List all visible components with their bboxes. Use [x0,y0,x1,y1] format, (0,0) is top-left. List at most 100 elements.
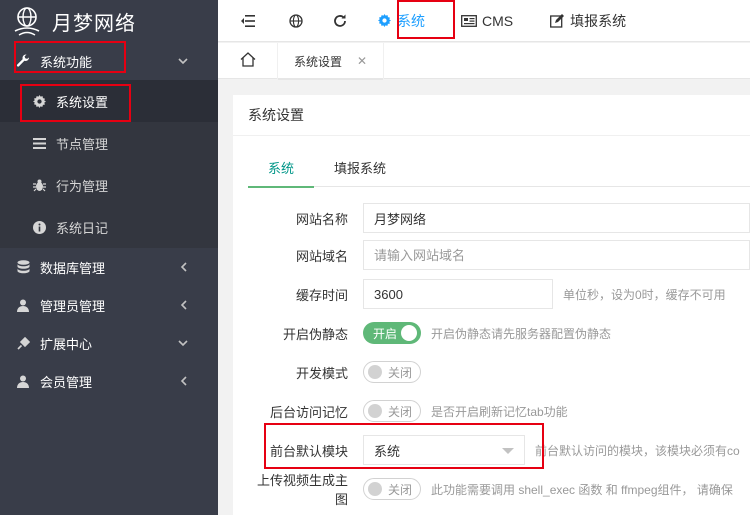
chevron-left-icon [176,374,190,388]
wrench-icon [16,54,30,68]
row-site-name: 网站名称 [248,199,750,237]
sidebar-group-label: 系统功能 [40,54,93,70]
dev-mode-switch[interactable]: 关闭 [363,361,421,383]
topnav-system[interactable]: 系统 [376,11,425,31]
sidebar-group-database[interactable]: 数据库管理 [0,248,218,286]
switch-state-text: 开启 [373,326,398,341]
page-tabs-bar: 系统设置 ✕ [218,43,750,80]
site-domain-label: 网站域名 [295,248,348,264]
logo-globe-icon [10,4,44,38]
video-cover-label: 上传视频生成主图 [256,473,348,507]
site-name-label: 网站名称 [295,211,348,227]
sidebar-group-members[interactable]: 会员管理 [0,362,218,400]
sidebar-group-extensions[interactable]: 扩展中心 [0,324,218,362]
admin-record-label: 后台访问记忆 [269,404,348,420]
row-default-module: 前台默认模块 系统 前台默认访问的模块，该模块必须有co [248,431,750,469]
topnav-cms[interactable]: CMS [461,13,513,29]
sidebar-group-label: 数据库管理 [40,260,106,276]
switch-knob [368,404,382,418]
bug-icon [32,178,46,192]
row-cache-time: 缓存时间 单位秒，设为0时，缓存不可用 [248,275,750,313]
close-icon[interactable]: ✕ [357,54,367,68]
sidebar-item-behavior-management[interactable]: 行为管理 [0,164,218,206]
sidebar-group-admin[interactable]: 管理员管理 [0,286,218,324]
pseudo-static-switch[interactable]: 开启 [363,322,421,344]
sidebar-group-label: 会员管理 [40,374,93,390]
topnav-label: 填报系统 [570,12,627,29]
site-domain-input[interactable] [363,240,750,270]
top-header: 系统 CMS 填报系统 [218,0,750,42]
sidebar-item-label: 系统日记 [56,220,109,236]
topnav-report-system[interactable]: 填报系统 [549,11,626,31]
settings-card: 系统设置 系统 填报系统 网站名称 网站域名 缓存时间 单位秒，设为0时，缓存不… [233,95,750,515]
sidebar-item-system-log[interactable]: 系统日记 [0,206,218,248]
newspaper-icon [461,14,477,28]
home-icon [240,52,256,70]
pseudo-static-hint: 开启伪静态请先服务器配置伪静态 [431,326,612,341]
topnav-label: CMS [482,12,514,29]
admin-record-hint: 是否开启刷新记忆tab功能 [431,404,568,419]
tab-system[interactable]: 系统 [248,147,315,188]
chevron-down-icon [176,336,190,350]
logo-text: 月梦网络 [52,12,136,35]
cache-time-input[interactable] [363,279,553,309]
dev-mode-label: 开发模式 [295,365,348,381]
row-site-domain: 网站域名 [248,236,750,274]
plugin-icon [16,336,30,350]
page-tab-label: 系统设置 [294,54,343,69]
user-icon [16,298,30,312]
default-module-select[interactable]: 系统 [363,435,525,465]
menu-toggle-icon[interactable] [238,11,258,31]
admin-record-switch[interactable]: 关闭 [363,400,421,422]
row-dev-mode: 开发模式 关闭 [248,353,750,391]
switch-state-text: 关闭 [388,365,413,380]
user-icon [16,374,30,388]
sidebar-item-node-management[interactable]: 节点管理 [0,122,218,164]
database-icon [16,260,30,274]
topnav-label: 系统 [397,12,425,29]
gear-icon [376,14,392,28]
switch-knob [401,325,417,341]
chevron-left-icon [176,298,190,312]
sidebar-item-label: 行为管理 [56,178,109,194]
logo[interactable]: 月梦网络 [0,0,218,42]
sidebar-group-label: 管理员管理 [40,298,106,314]
switch-state-text: 关闭 [388,482,413,497]
chevron-left-icon [176,260,190,274]
refresh-icon[interactable] [330,11,350,31]
pseudo-static-label: 开启伪静态 [282,326,348,342]
switch-knob [368,365,382,379]
video-cover-hint: 此功能需要调用 shell_exec 函数 和 ffmpeg组件， 请确保 [431,482,733,497]
card-title: 系统设置 [233,95,750,136]
home-tab[interactable] [218,43,278,79]
sidebar-group-system[interactable]: 系统功能 [0,42,218,80]
default-module-hint: 前台默认访问的模块，该模块必须有co [535,443,740,458]
row-video-cover: 上传视频生成主图 关闭 此功能需要调用 shell_exec 函数 和 ffmp… [248,470,750,508]
row-pseudo-static: 开启伪静态 开启 开启伪静态请先服务器配置伪静态 [248,314,750,352]
chevron-down-icon [176,54,190,68]
switch-knob [368,482,382,496]
sidebar-item-label: 系统设置 [56,94,109,110]
video-cover-switch[interactable]: 关闭 [363,478,421,500]
site-name-input[interactable] [363,203,750,233]
caret-down-icon [502,448,514,454]
select-value: 系统 [374,443,401,459]
page-tab-system-settings[interactable]: 系统设置 ✕ [278,43,384,80]
info-icon [32,220,46,234]
default-module-label: 前台默认模块 [269,443,348,459]
globe-icon[interactable] [286,11,306,31]
list-icon [32,136,46,150]
gear-icon [32,94,46,108]
tab-underline [278,78,383,80]
switch-state-text: 关闭 [388,404,413,419]
sidebar-item-system-settings[interactable]: 系统设置 [0,80,218,122]
cache-time-hint: 单位秒，设为0时，缓存不可用 [563,287,726,302]
settings-tabs: 系统 填报系统 [248,147,750,188]
sidebar: 月梦网络 系统功能 系统设置 节点管理 行为管理 系统日记 数据库管理 管理员管… [0,0,218,515]
sidebar-group-label: 扩展中心 [40,336,93,352]
edit-icon [549,13,565,28]
sidebar-submenu: 系统设置 节点管理 行为管理 系统日记 [0,80,218,248]
row-admin-record: 后台访问记忆 关闭 是否开启刷新记忆tab功能 [248,392,750,430]
cache-time-label: 缓存时间 [295,287,348,303]
tab-report-system[interactable]: 填报系统 [314,147,406,187]
